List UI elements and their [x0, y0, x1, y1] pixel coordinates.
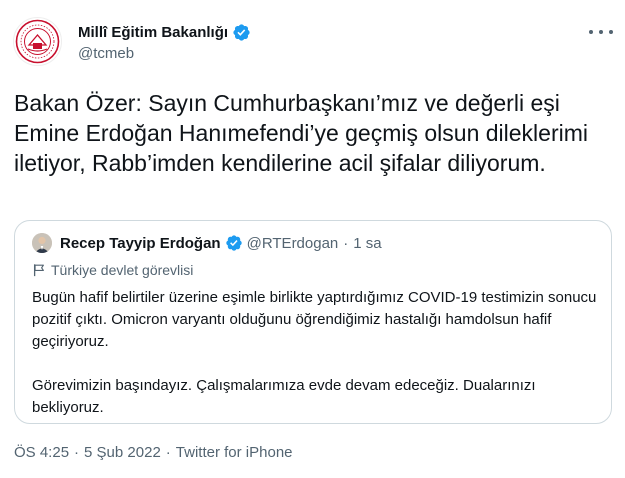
flag-icon [33, 264, 44, 277]
more-options-icon[interactable] [589, 22, 613, 42]
verified-badge-icon [233, 24, 250, 41]
quoted-separator: · [343, 234, 349, 252]
quoted-name-row: Recep Tayyip Erdoğan @RTErdogan · 1 sa [60, 234, 382, 252]
tweet-meta: ÖS 4:25 · 5 Şub 2022 · Twitter for iPhon… [14, 444, 293, 461]
tweet-time[interactable]: ÖS 4:25 [14, 444, 69, 461]
more-dot [589, 30, 593, 34]
quoted-avatar[interactable] [32, 233, 52, 253]
tweet-source[interactable]: Twitter for iPhone [176, 444, 293, 461]
quoted-timestamp[interactable]: 1 sa [353, 235, 381, 252]
meb-logo-icon [15, 19, 60, 64]
quoted-handle[interactable]: @RTErdogan [247, 235, 339, 252]
quoted-paragraph: Görevimizin başındayız. Çalışmalarımıza … [32, 377, 536, 416]
quoted-text: Bugün hafif belirtiler üzerine eşimle bi… [32, 287, 597, 419]
meta-separator: · [165, 444, 171, 461]
more-dot [609, 30, 613, 34]
more-dot [599, 30, 603, 34]
government-label-text: Türkiye devlet görevlisi [51, 262, 194, 278]
person-avatar-icon [32, 233, 52, 253]
quoted-paragraph: Bugün hafif belirtiler üzerine eşimle bi… [32, 289, 597, 350]
author-name-row[interactable]: Millî Eğitim Bakanlığı [78, 23, 251, 42]
tweet-date[interactable]: 5 Şub 2022 [84, 444, 161, 461]
author-handle[interactable]: @tcmeb [78, 45, 134, 62]
quoted-display-name[interactable]: Recep Tayyip Erdoğan [60, 235, 221, 252]
tweet-text: Bakan Özer: Sayın Cumhurbaşkanı’mız ve d… [14, 90, 588, 176]
quoted-tweet[interactable]: Recep Tayyip Erdoğan @RTErdogan · 1 sa T… [14, 220, 612, 424]
author-display-name[interactable]: Millî Eğitim Bakanlığı [78, 24, 228, 41]
meta-separator: · [74, 444, 80, 461]
tweet-card: Millî Eğitim Bakanlığı @tcmeb Bakan Özer… [0, 0, 625, 478]
verified-badge-icon [225, 235, 242, 251]
avatar[interactable] [13, 17, 62, 66]
government-label[interactable]: Türkiye devlet görevlisi [32, 262, 193, 278]
